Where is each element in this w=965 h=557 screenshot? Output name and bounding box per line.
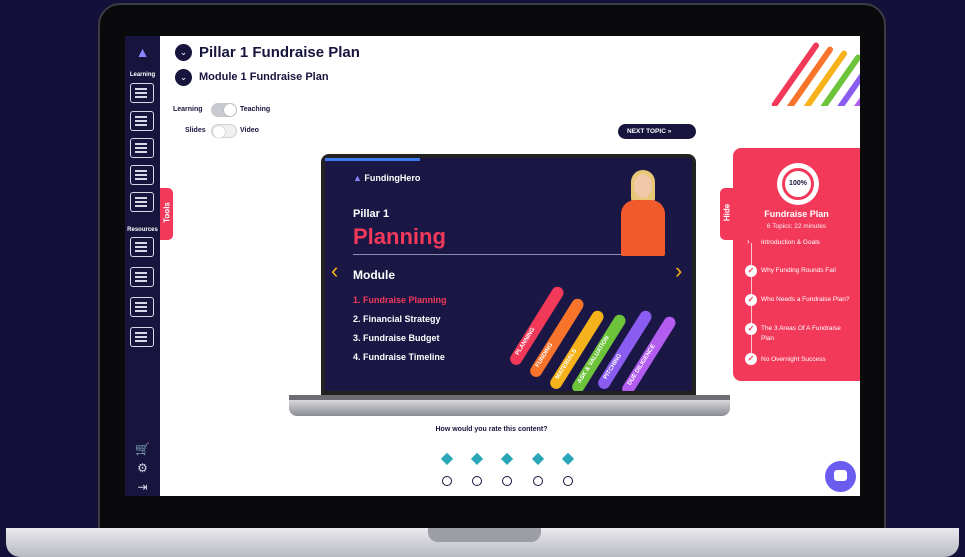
sidebar-resources-label: Resources (127, 227, 158, 233)
rating-radio-5[interactable] (563, 476, 573, 486)
rating-question: How would you rate this content? (125, 426, 860, 433)
arrow-right-icon: » (667, 128, 672, 135)
tools-tab[interactable]: Tools (160, 188, 173, 240)
toggle-knob (213, 126, 225, 138)
toggle-knob (224, 104, 236, 116)
panel-title: Fundraise Plan (764, 209, 829, 219)
progress-value: 100% (782, 168, 814, 200)
next-topic-button[interactable]: NEXT TOPIC » (618, 124, 696, 139)
app-screen: ▲ Learning Resources 🛒 ⚙ ⇥ Tools ⌄ Pilla… (125, 36, 860, 496)
page-title: Pillar 1 Fundraise Plan (199, 44, 360, 61)
rating-radio-2[interactable] (472, 476, 482, 486)
page: ▲ Learning Resources 🛒 ⚙ ⇥ Tools ⌄ Pilla… (0, 0, 965, 557)
brain-icon[interactable] (130, 138, 154, 158)
format-slides-label: Slides (185, 127, 206, 134)
mode-toggle[interactable] (211, 103, 237, 117)
module-title: Module 1 Fundraise Plan (199, 71, 329, 83)
chat-button[interactable] (825, 461, 856, 492)
document-icon[interactable] (130, 165, 154, 185)
logout-icon[interactable]: ⇥ (125, 480, 160, 494)
rating-radio-3[interactable] (502, 476, 512, 486)
slide-pillar-title: Planning (353, 224, 446, 249)
topic-item[interactable]: Why Funding Rounds Fail (761, 266, 853, 276)
slide-viewer: ▲ FundingHero Pillar 1 Planning Module 1… (325, 158, 692, 391)
decorative-stripes (765, 36, 860, 106)
slide-device-base (289, 400, 730, 416)
format-toggle[interactable] (211, 124, 237, 138)
slide-divider (353, 254, 643, 255)
progress-ring: 100% (777, 163, 819, 205)
presenter-face (634, 174, 652, 198)
presenter-body (621, 200, 665, 256)
slide-module-item: 3. Fundraise Budget (353, 333, 440, 343)
next-slide-icon[interactable]: › (675, 258, 682, 284)
slide-pillar-label: Pillar 1 (353, 208, 390, 220)
hide-panel-tab[interactable]: Hide (720, 188, 734, 240)
chevron-down-icon[interactable]: ⌄ (175, 69, 192, 86)
diamond-icon: ◆ (531, 450, 545, 467)
slide-stripe-label: FUNDING (534, 342, 555, 369)
hide-tab-label: Hide (722, 203, 732, 222)
chevron-right-icon: › (747, 237, 750, 246)
rating-question-text: How would you rate this content? (435, 426, 548, 433)
topic-item[interactable]: The 3 Areas Of A Fundraise Plan (761, 324, 853, 344)
slide-logo-text: FundingHero (364, 173, 421, 183)
check-icon: ✓ (745, 294, 757, 306)
slide-progress-bar (325, 158, 420, 161)
gear-icon[interactable]: ⚙ (125, 461, 160, 475)
format-video-label: Video (240, 127, 259, 134)
panel-subtitle: 6 Topics: 22 minutes (766, 223, 827, 230)
rocket-icon: ▲ (353, 173, 365, 183)
topic-panel: 100% Fundraise Plan 6 Topics: 22 minutes… (733, 148, 860, 381)
next-topic-label: NEXT TOPIC (627, 128, 666, 135)
sidebar-learning-label: Learning (129, 72, 156, 78)
rocket-logo-icon[interactable]: ▲ (135, 44, 150, 62)
diamond-icon: ◆ (500, 450, 514, 467)
slide-module-item: 2. Financial Strategy (353, 314, 441, 324)
mode-learning-label: Learning (173, 106, 203, 113)
check-icon: ✓ (745, 265, 757, 277)
prev-slide-icon[interactable]: ‹ (331, 258, 338, 284)
slide-logo: ▲ FundingHero (353, 173, 420, 183)
presenter-image (615, 170, 671, 256)
report-icon[interactable] (130, 237, 154, 257)
topic-item[interactable]: Introduction & Goals (761, 238, 853, 248)
check-icon: ✓ (745, 353, 757, 365)
slide-stripe-label: PITCHING (602, 353, 624, 381)
diamond-icon: ◆ (440, 450, 454, 467)
slide-module-item: 4. Fundraise Timeline (353, 352, 445, 362)
dashboard-icon[interactable] (130, 83, 154, 103)
cart-icon[interactable]: 🛒 (125, 442, 160, 456)
diamond-icon: ◆ (561, 450, 575, 467)
rating-radio-1[interactable] (442, 476, 452, 486)
slide-stripe-label: PLANNING (514, 326, 537, 357)
slide-stripe-label: MATERIALS (554, 348, 579, 381)
checklist-icon[interactable] (130, 192, 154, 212)
topic-item[interactable]: No Overnight Success (761, 355, 853, 365)
calendar-icon[interactable] (130, 297, 154, 317)
slide-module-heading: Module (353, 268, 395, 282)
slide-module-item: 1. Fundraise Planning (353, 295, 447, 305)
check-icon: ✓ (745, 323, 757, 335)
mode-teaching-label: Teaching (240, 106, 271, 113)
chevron-down-icon[interactable]: ⌄ (175, 44, 192, 61)
diamond-icon: ◆ (470, 450, 484, 467)
rating-radio-4[interactable] (533, 476, 543, 486)
chart-icon[interactable] (130, 111, 154, 131)
topic-item[interactable]: Who Needs a Fundraise Plan? (761, 295, 853, 305)
tools-tab-label: Tools (162, 202, 172, 223)
laptop-notch (428, 528, 541, 542)
jobs-icon[interactable] (130, 267, 154, 287)
clipboard-icon[interactable] (130, 327, 154, 347)
